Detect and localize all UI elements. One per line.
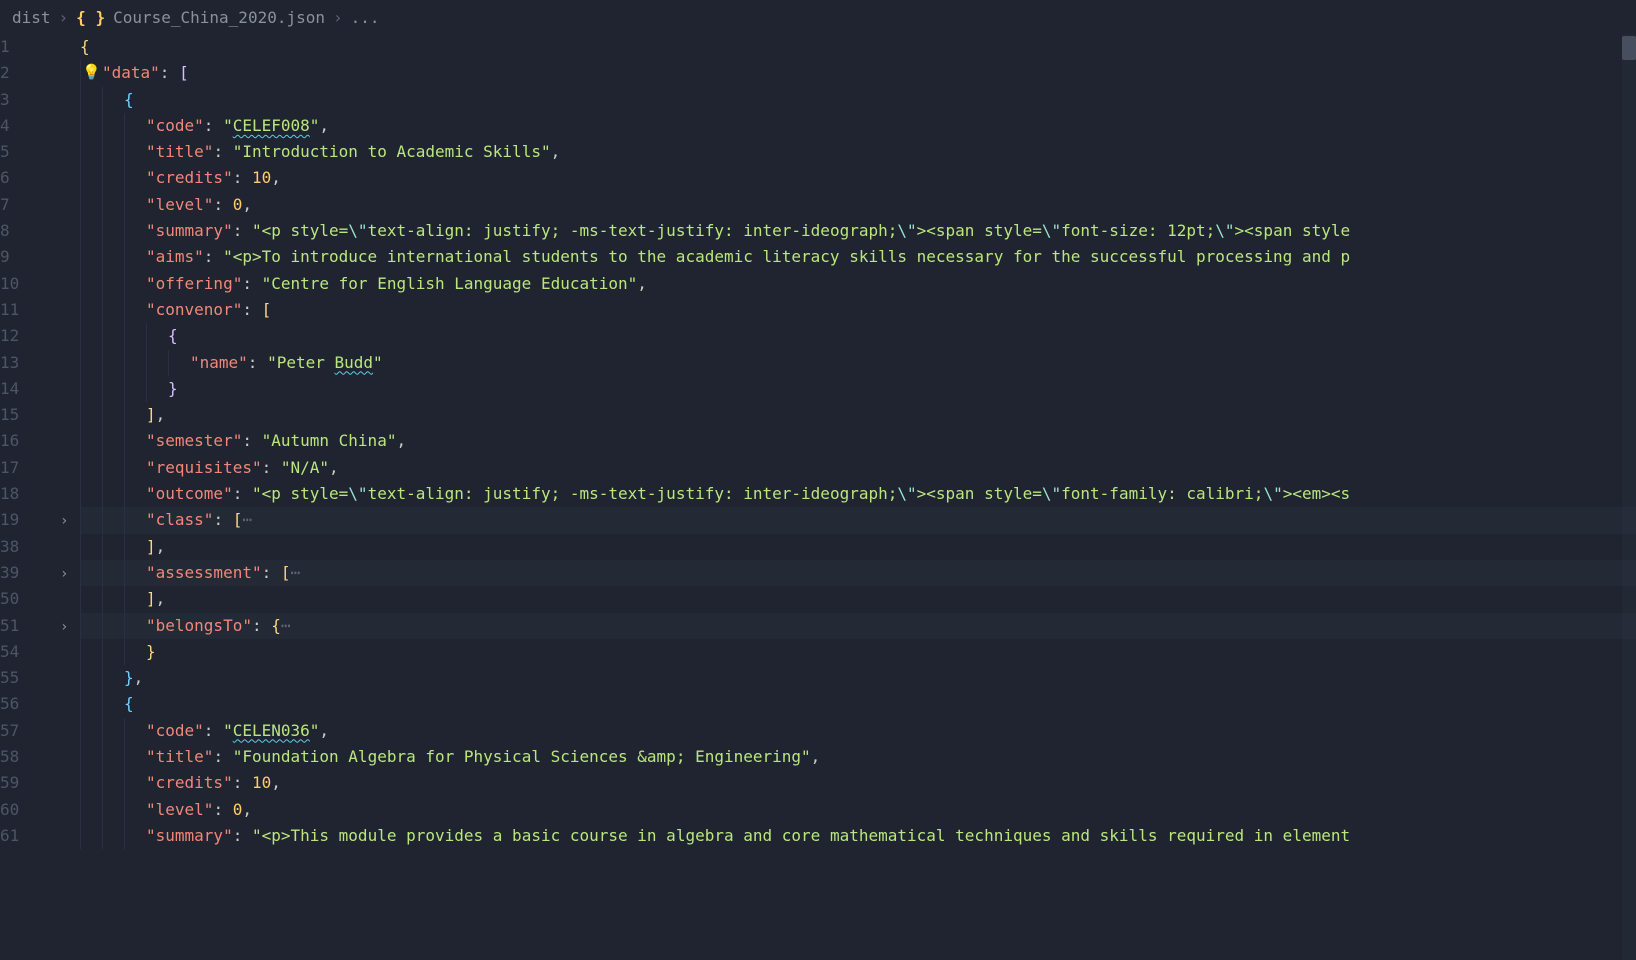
line-number: 10 [0, 271, 46, 297]
line-number: 13 [0, 350, 46, 376]
line-number: 60 [0, 797, 46, 823]
vertical-scrollbar[interactable] [1622, 34, 1636, 960]
code-line[interactable]: "level": 0, [80, 192, 1636, 218]
line-number: 55 [0, 665, 46, 691]
fold-chevron-icon[interactable]: › [60, 566, 68, 582]
chevron-right-icon: › [333, 8, 343, 27]
code-line[interactable]: "assessment": [⋯ [80, 560, 1636, 586]
line-number: 9 [0, 244, 46, 270]
code-line[interactable]: "outcome": "<p style=\"text-align: justi… [80, 481, 1636, 507]
line-number: 16 [0, 428, 46, 454]
line-number: 58 [0, 744, 46, 770]
line-number: 61 [0, 823, 46, 849]
line-number: 3 [0, 87, 46, 113]
line-number: 38 [0, 534, 46, 560]
lightbulb-icon[interactable]: 💡 [82, 63, 101, 81]
code-line[interactable]: "code": "CELEF008", [80, 113, 1636, 139]
line-number: 19 [0, 507, 46, 533]
line-number: 12 [0, 323, 46, 349]
line-number: 8 [0, 218, 46, 244]
line-number: 50 [0, 586, 46, 612]
line-number: 5 [0, 139, 46, 165]
code-line[interactable]: { [80, 323, 1636, 349]
code-line[interactable]: "data": [ [80, 60, 1636, 86]
line-number: 14 [0, 376, 46, 402]
code-line[interactable]: "level": 0, [80, 797, 1636, 823]
line-number: 54 [0, 639, 46, 665]
line-number: 1 [0, 34, 46, 60]
line-number: 6 [0, 165, 46, 191]
line-number: 18 [0, 481, 46, 507]
code-line[interactable]: "name": "Peter Budd" [80, 350, 1636, 376]
code-line[interactable]: ], [80, 586, 1636, 612]
line-number: 17 [0, 455, 46, 481]
line-number: 39 [0, 560, 46, 586]
chevron-right-icon: › [59, 8, 69, 27]
code-line[interactable]: ], [80, 534, 1636, 560]
line-number: 56 [0, 691, 46, 717]
code-line[interactable]: "code": "CELEN036", [80, 718, 1636, 744]
code-line[interactable]: "title": "Foundation Algebra for Physica… [80, 744, 1636, 770]
line-number: 57 [0, 718, 46, 744]
code-line[interactable]: "offering": "Centre for English Language… [80, 271, 1636, 297]
scrollbar-thumb[interactable] [1622, 36, 1636, 60]
code-line[interactable]: { [80, 691, 1636, 717]
code-line[interactable]: } [80, 376, 1636, 402]
line-number: 11 [0, 297, 46, 323]
code-line[interactable]: } [80, 639, 1636, 665]
line-number: 59 [0, 770, 46, 796]
code-line[interactable]: "aims": "<p>To introduce international s… [80, 244, 1636, 270]
fold-gutter: › › › [56, 34, 80, 960]
code-line[interactable]: "semester": "Autumn China", [80, 428, 1636, 454]
line-number-gutter: 1234567891011121314151617181938395051545… [0, 34, 56, 960]
fold-chevron-icon[interactable]: › [60, 513, 68, 529]
code-content[interactable]: {"data": [{"code": "CELEF008","title": "… [80, 34, 1636, 960]
fold-chevron-icon[interactable]: › [60, 619, 68, 635]
code-line[interactable]: "summary": "<p>This module provides a ba… [80, 823, 1636, 849]
code-line[interactable]: "credits": 10, [80, 770, 1636, 796]
breadcrumb-tail[interactable]: ... [351, 8, 380, 27]
line-number: 51 [0, 613, 46, 639]
code-line[interactable]: "title": "Introduction to Academic Skill… [80, 139, 1636, 165]
code-line[interactable]: "summary": "<p style=\"text-align: justi… [80, 218, 1636, 244]
breadcrumb-file[interactable]: Course_China_2020.json [113, 8, 325, 27]
code-line[interactable]: { [80, 87, 1636, 113]
code-editor[interactable]: 1234567891011121314151617181938395051545… [0, 34, 1636, 960]
code-line[interactable]: "credits": 10, [80, 165, 1636, 191]
line-number: 15 [0, 402, 46, 428]
code-line[interactable]: "belongsTo": {⋯ [80, 613, 1636, 639]
line-number: 4 [0, 113, 46, 139]
breadcrumb-folder[interactable]: dist [12, 8, 51, 27]
code-line[interactable]: "convenor": [ [80, 297, 1636, 323]
line-number: 7 [0, 192, 46, 218]
json-file-icon: { } [76, 8, 105, 27]
code-line[interactable]: "class": [⋯ [80, 507, 1636, 533]
line-number: 2 [0, 60, 46, 86]
code-line[interactable]: ], [80, 402, 1636, 428]
code-line[interactable]: "requisites": "N/A", [80, 455, 1636, 481]
code-line[interactable]: { [80, 34, 1636, 60]
breadcrumb[interactable]: dist › { } Course_China_2020.json › ... [0, 0, 1636, 34]
code-line[interactable]: }, [80, 665, 1636, 691]
